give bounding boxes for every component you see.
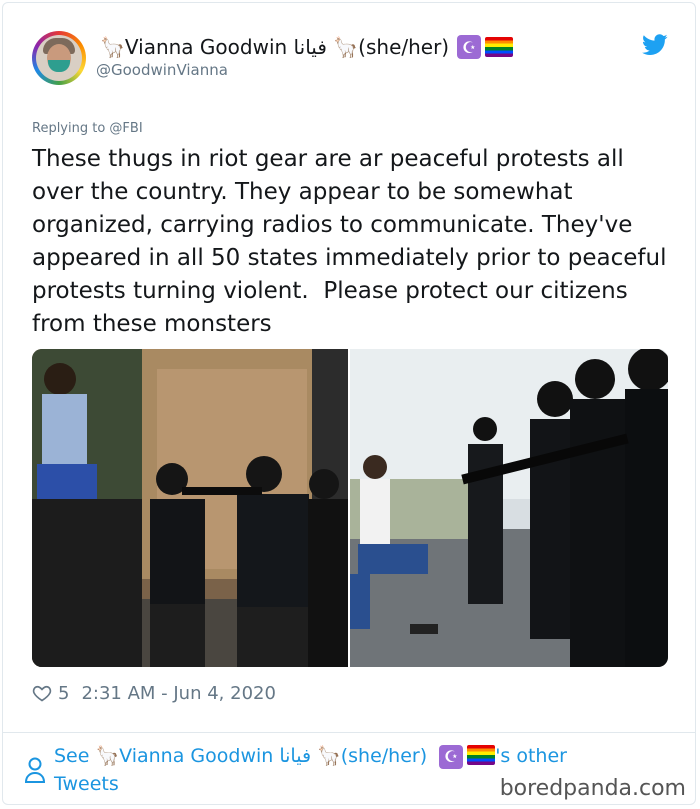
replying-to[interactable]: Replying to @FBI — [32, 121, 143, 136]
tweet-meta: 5 2:31 AM - Jun 4, 2020 — [32, 682, 276, 704]
heart-icon[interactable] — [32, 683, 52, 703]
person-icon — [24, 757, 46, 783]
twitter-bird-icon[interactable] — [642, 34, 668, 56]
watermark: boredpanda.com — [499, 776, 686, 801]
footer-author-name[interactable]: 🦙Vianna Goodwin فيانا 🦙(she/her) — [95, 745, 427, 767]
like-count[interactable]: 5 — [58, 683, 69, 704]
see-prefix[interactable]: See — [54, 745, 95, 767]
avatar[interactable] — [32, 31, 86, 85]
photo-right[interactable] — [350, 349, 668, 667]
photo-left[interactable] — [32, 349, 348, 667]
author-handle[interactable]: @GoodwinVianna — [96, 61, 228, 79]
tweet-text: These thugs in riot gear are ar peaceful… — [32, 146, 674, 337]
footer-tweets[interactable]: Tweets — [54, 773, 119, 795]
tweet-timestamp[interactable]: 2:31 AM - Jun 4, 2020 — [81, 683, 275, 704]
star-and-crescent-icon: ☪ — [439, 745, 464, 769]
tweet-media[interactable] — [32, 349, 668, 667]
author-name-text[interactable]: 🦙Vianna Goodwin فيانا 🦙(she/her) — [100, 35, 449, 59]
rainbow-flag-icon — [485, 37, 514, 57]
footer-suffix[interactable]: 's other — [495, 745, 567, 767]
rainbow-flag-icon — [467, 745, 496, 765]
divider — [2, 732, 696, 733]
author-display-name[interactable]: 🦙Vianna Goodwin فيانا 🦙(she/her) ☪ — [100, 34, 514, 60]
star-and-crescent-icon: ☪ — [457, 35, 482, 59]
